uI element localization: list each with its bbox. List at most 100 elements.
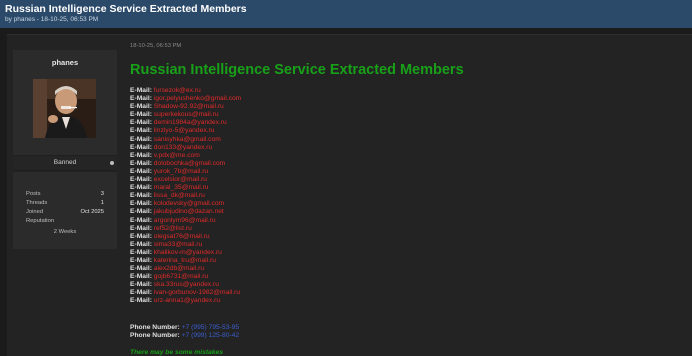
email-row: E-Mail: linzlyo-5@yandex.ru [130, 127, 430, 135]
stat-label: Reputation [26, 218, 55, 224]
email-row: E-Mail: yurok_7b@mail.ru [130, 168, 430, 176]
post-heading: Russian Intelligence Service Extracted M… [130, 62, 464, 78]
phone-list: Phone Number: +7 (995) 795-53-95 Phone Nu… [130, 324, 239, 340]
author-sidebar: phanes Banned Posts 3 Threads 1 Joined O… [13, 50, 117, 249]
email-row: E-Mail: jakubjudino@dazan.net [130, 208, 430, 216]
author-username[interactable]: phanes [13, 58, 117, 67]
email-label: E-Mail: [130, 216, 152, 224]
stat-label: Threads [26, 200, 48, 206]
avatar[interactable] [33, 79, 96, 138]
email-label: E-Mail: [130, 232, 152, 240]
email-address: khalikov-m@yandex.ru [153, 248, 222, 256]
email-row: E-Mail: gojb6731@mail.ru [130, 273, 430, 281]
stat-posts: Posts 3 [26, 191, 104, 197]
email-label: E-Mail: [130, 119, 152, 127]
email-label: E-Mail: [130, 240, 152, 248]
email-address: alex2db@mail.ru [153, 265, 205, 273]
email-address: v.pdx@me.com [153, 151, 200, 159]
email-address: maral_35@mail.ru [153, 184, 209, 192]
phone-row: Phone Number: +7 (995) 795-53-95 [130, 324, 239, 332]
stat-label: Joined [26, 209, 44, 215]
phone-label: Phone Number: [130, 332, 180, 340]
email-label: E-Mail: [130, 151, 152, 159]
email-address: excelsior@mail.ru [153, 176, 208, 184]
email-label: E-Mail: [130, 248, 152, 256]
email-label: E-Mail: [130, 127, 152, 135]
post-note: There may be some mistakes [130, 349, 223, 356]
phone-row: Phone Number: +7 (999) 125-80-42 [130, 332, 239, 340]
thread-title: Russian Intelligence Service Extracted M… [5, 3, 247, 15]
phone-label: Phone Number: [130, 324, 180, 331]
email-address: kolodevsky@gmail.com [153, 200, 225, 208]
author-card: phanes [13, 50, 117, 155]
email-address: gojb6731@mail.ru [153, 273, 209, 281]
email-address: Shadow-92.92@mail.ru [153, 103, 224, 111]
email-row: E-Mail: dolobochka@gmail.com [130, 160, 430, 168]
email-label: E-Mail: [130, 143, 152, 151]
email-label: E-Mail: [130, 265, 152, 273]
email-address: ivan-gorbunov-1982@mail.ru [153, 289, 241, 297]
email-address: ska.33rus@yandex.ru [153, 281, 219, 289]
email-row: E-Mail: Shadow-92.92@mail.ru [130, 103, 430, 111]
author-status-bar: Banned [13, 155, 117, 171]
email-row: E-Mail: v.pdx@me.com [130, 152, 430, 160]
post-date: 18-10-25, 06:53 PM [130, 43, 182, 49]
email-label: E-Mail: [130, 111, 152, 119]
email-row: E-Mail: katerina_tru@mail.ru [130, 257, 430, 265]
email-address: superkekous@mail.ru [153, 111, 219, 119]
email-label: E-Mail: [130, 256, 152, 264]
stat-value: Oct 2025 [80, 209, 104, 215]
email-address: igor.pelyushenko@gmail.com [153, 95, 242, 103]
email-address: lissa_dk@mail.ru [153, 192, 205, 200]
email-label: E-Mail: [130, 224, 152, 232]
email-row: E-Mail: excelsior@mail.ru [130, 176, 430, 184]
email-address: katerina_tru@mail.ru [153, 256, 216, 264]
email-label: E-Mail: [130, 95, 152, 103]
email-row: E-Mail: kolodevsky@gmail.com [130, 200, 430, 208]
email-address: jakubjudino@dazan.net [153, 208, 224, 216]
email-label: E-Mail: [130, 135, 152, 143]
email-row: E-Mail: sanisyhka@gmail.com [130, 136, 430, 144]
email-address: urz-anna1@yandex.ru [153, 297, 221, 305]
author-stats: Posts 3 Threads 1 Joined Oct 2025 Reputa… [13, 172, 117, 249]
email-label: E-Mail: [130, 87, 152, 94]
email-address: ref52@list.ru [153, 224, 192, 232]
email-address: don133@yandex.ru [153, 143, 213, 151]
stat-label: Posts [26, 191, 41, 197]
email-row: E-Mail: lissa_dk@mail.ru [130, 192, 430, 200]
email-label: E-Mail: [130, 297, 152, 305]
email-row: E-Mail: maral_35@mail.ru [130, 184, 430, 192]
email-row: E-Mail: alex2db@mail.ru [130, 265, 430, 273]
email-address: olegsat76@mail.ru [153, 232, 210, 240]
email-row: E-Mail: sima33@mail.ru [130, 241, 430, 249]
email-label: E-Mail: [130, 184, 152, 192]
thread-subtitle: by phanes - 18-10-25, 06:53 PM [5, 16, 99, 23]
email-row: E-Mail: olegsat76@mail.ru [130, 233, 430, 241]
email-label: E-Mail: [130, 273, 152, 281]
thread-header-bar: Russian Intelligence Service Extracted M… [0, 0, 692, 28]
email-address: sanisyhka@gmail.com [153, 135, 221, 143]
stat-joined: Joined Oct 2025 [26, 209, 104, 215]
email-row: E-Mail: fursezok@ex.ru [130, 87, 430, 95]
email-address: linzlyo-5@yandex.ru [153, 127, 215, 135]
stat-threads: Threads 1 [26, 200, 104, 206]
phone-number: +7 (999) 125-80-42 [181, 332, 240, 340]
email-row: E-Mail: argonlym96@mail.ru [130, 217, 430, 225]
email-row: E-Mail: ref52@list.ru [130, 225, 430, 233]
stat-reputation: Reputation [26, 218, 104, 224]
email-label: E-Mail: [130, 200, 152, 208]
phone-number: +7 (995) 795-53-95 [181, 324, 240, 331]
email-label: E-Mail: [130, 289, 152, 297]
email-list: E-Mail: fursezok@ex.ru E-Mail: igor.pelyu… [130, 87, 430, 306]
email-address: dolobochka@gmail.com [153, 159, 226, 167]
email-address: fursezok@ex.ru [153, 87, 201, 94]
email-address: demin1984a@yandex.ru [153, 119, 227, 127]
email-label: E-Mail: [130, 192, 152, 200]
stat-value: 3 [100, 191, 104, 197]
email-row: E-Mail: igor.pelyushenko@gmail.com [130, 95, 430, 103]
stat-value: 1 [100, 200, 104, 206]
email-address: sima33@mail.ru [153, 240, 203, 248]
email-row: E-Mail: demin1984a@yandex.ru [130, 119, 430, 127]
email-label: E-Mail: [130, 103, 152, 111]
email-address: yurok_7b@mail.ru [153, 167, 209, 175]
